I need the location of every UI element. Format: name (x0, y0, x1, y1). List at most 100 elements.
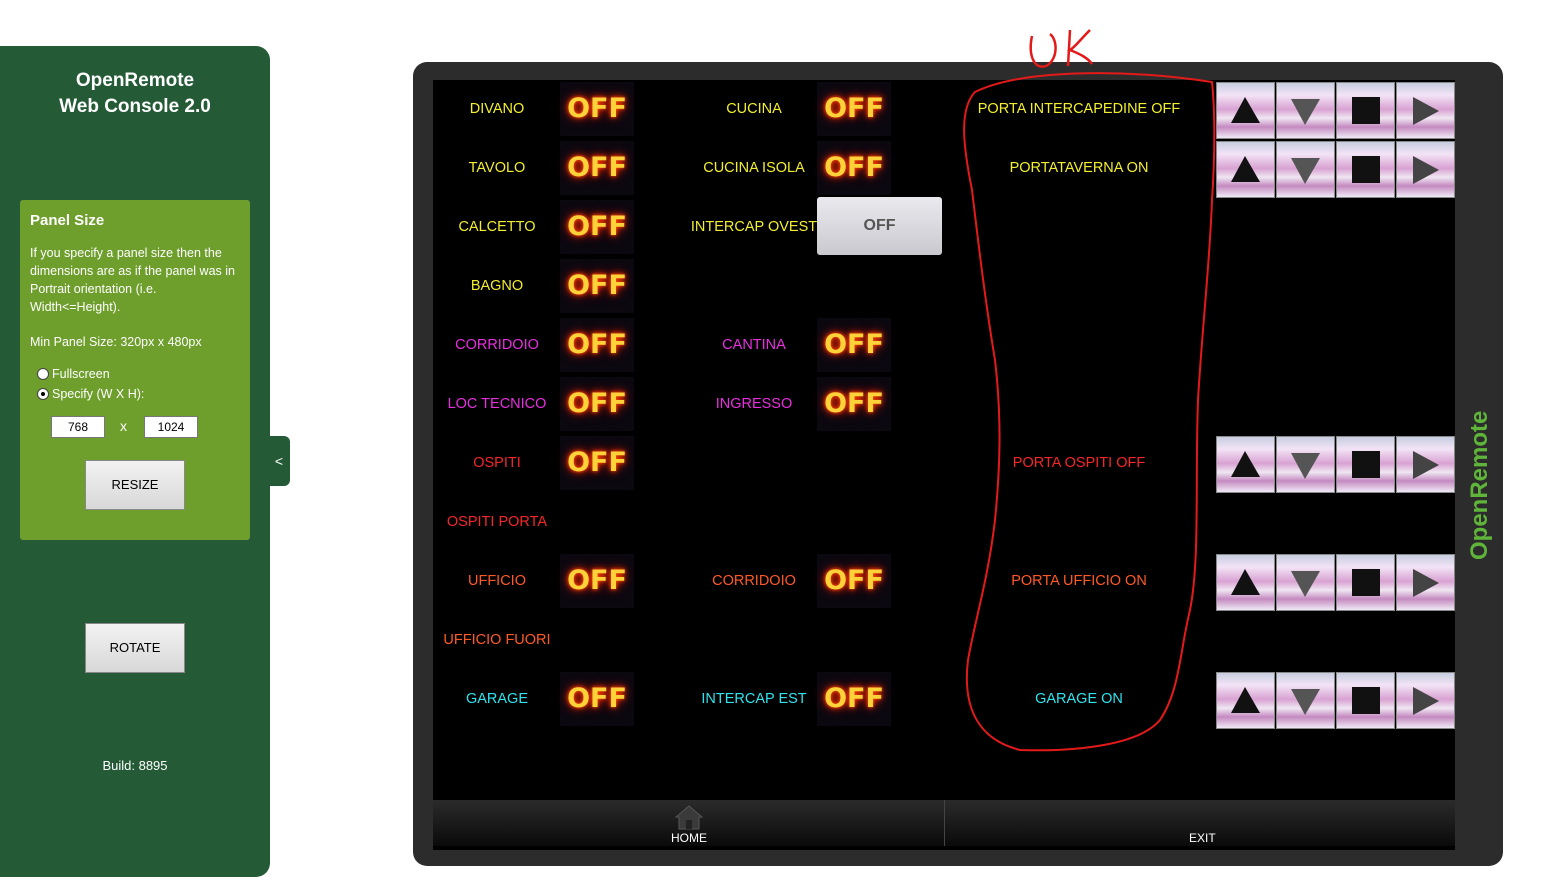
light-toggle-button[interactable]: OFF (560, 259, 634, 313)
play-icon (1413, 97, 1439, 125)
stop-icon (1352, 97, 1380, 124)
stop-button[interactable] (1336, 554, 1395, 611)
rotate-button[interactable]: ROTATE (85, 623, 185, 673)
down-arrow-icon (1291, 99, 1320, 125)
light-toggle-button[interactable]: OFF (560, 554, 634, 608)
home-tab-label: HOME (671, 831, 707, 845)
play-icon (1413, 687, 1439, 715)
up-arrow-icon (1231, 451, 1260, 477)
up-arrow-button[interactable] (1216, 672, 1275, 729)
down-arrow-button[interactable] (1276, 554, 1335, 611)
light-label: CANTINA (722, 337, 786, 353)
light-toggle-button[interactable]: OFF (817, 554, 891, 608)
play-button[interactable] (1396, 141, 1455, 198)
radio-specify-dot[interactable] (37, 388, 49, 400)
panel-size-box: Panel Size If you specify a panel size t… (20, 200, 250, 540)
light-toggle-button[interactable]: OFF (560, 141, 634, 195)
door-status-label: PORTA UFFICIO ON (1011, 573, 1147, 589)
play-icon (1413, 451, 1439, 479)
down-arrow-button[interactable] (1276, 436, 1335, 493)
up-arrow-icon (1231, 97, 1260, 123)
panel-size-description: If you specify a panel size then the dim… (30, 246, 235, 314)
min-panel-size: Min Panel Size: 320px x 480px (30, 335, 202, 349)
stop-icon (1352, 451, 1380, 478)
light-toggle-button[interactable]: OFF (560, 318, 634, 372)
up-arrow-button[interactable] (1216, 436, 1275, 493)
stop-button[interactable] (1336, 82, 1395, 139)
light-label: OSPITI (473, 455, 521, 471)
door-status-label: PORTATAVERNA ON (1009, 160, 1149, 176)
width-input[interactable]: 768 (51, 416, 105, 438)
light-label: UFFICIO (468, 573, 526, 589)
light-toggle-button[interactable]: OFF (560, 436, 634, 490)
light-label: CALCETTO (458, 219, 536, 235)
openremote-logo: OpenRemote (1466, 411, 1493, 560)
light-label: BAGNO (470, 278, 524, 294)
light-label: INTERCAP OVEST (690, 219, 818, 235)
up-arrow-button[interactable] (1216, 82, 1275, 139)
light-toggle-button[interactable]: OFF (817, 82, 891, 136)
play-button[interactable] (1396, 436, 1455, 493)
radio-specify-label: Specify (W X H): (52, 387, 145, 401)
light-label: OSPITI PORTA (446, 514, 548, 530)
down-arrow-button[interactable] (1276, 672, 1335, 729)
stop-icon (1352, 569, 1380, 596)
stop-button[interactable] (1336, 672, 1395, 729)
down-arrow-button[interactable] (1276, 82, 1335, 139)
down-arrow-button[interactable] (1276, 141, 1335, 198)
collapse-sidebar-button[interactable]: < (268, 436, 290, 486)
light-toggle-button[interactable]: OFF (560, 377, 634, 431)
light-toggle-button[interactable]: OFF (817, 318, 891, 372)
dimension-separator: x (120, 418, 127, 434)
play-button[interactable] (1396, 82, 1455, 139)
home-icon (674, 805, 704, 830)
settings-sidebar: OpenRemote Web Console 2.0 Panel Size If… (0, 46, 270, 877)
exit-tab-label: EXIT (1189, 831, 1216, 845)
play-button[interactable] (1396, 554, 1455, 611)
play-icon (1413, 156, 1439, 184)
down-arrow-icon (1291, 571, 1320, 597)
light-label: CUCINA ISOLA (703, 160, 805, 176)
light-toggle-button[interactable]: OFF (817, 141, 891, 195)
light-toggle-button[interactable]: OFF (817, 377, 891, 431)
light-label: CUCINA (726, 101, 782, 117)
light-label: TAVOLO (468, 160, 526, 176)
light-toggle-button[interactable]: OFF (560, 82, 634, 136)
light-toggle-button[interactable]: OFF (560, 200, 634, 254)
radio-fullscreen-dot[interactable] (37, 368, 49, 380)
radio-fullscreen[interactable]: Fullscreen (37, 367, 110, 381)
exit-tab[interactable]: EXIT (945, 800, 1455, 846)
light-label: CORRIDOIO (455, 337, 539, 353)
light-label: CORRIDOIO (712, 573, 796, 589)
radio-specify[interactable]: Specify (W X H): (37, 387, 144, 401)
build-number: Build: 8895 (102, 758, 168, 773)
up-arrow-button[interactable] (1216, 554, 1275, 611)
grey-toggle-button[interactable]: OFF (817, 197, 942, 255)
panel-size-heading: Panel Size (30, 212, 105, 229)
stop-button[interactable] (1336, 141, 1395, 198)
light-label: LOC TECNICO (447, 396, 547, 412)
app-title-line2: Web Console 2.0 (59, 96, 211, 117)
stop-icon (1352, 156, 1380, 183)
up-arrow-button[interactable] (1216, 141, 1275, 198)
play-icon (1413, 569, 1439, 597)
app-title-line1: OpenRemote (75, 70, 195, 91)
door-status-label: PORTA OSPITI OFF (1012, 455, 1146, 471)
light-label: UFFICIO FUORI (443, 632, 551, 648)
light-label: GARAGE (465, 691, 529, 707)
resize-button[interactable]: RESIZE (85, 460, 185, 510)
light-label: DIVANO (469, 101, 525, 117)
stop-icon (1352, 687, 1380, 714)
openremote-logo-text: OpenRemote (1466, 411, 1493, 560)
door-status-label: PORTA INTERCAPEDINE OFF (977, 101, 1181, 117)
home-tab[interactable]: HOME (433, 800, 944, 846)
down-arrow-icon (1291, 158, 1320, 184)
light-toggle-button[interactable]: OFF (560, 672, 634, 726)
stop-button[interactable] (1336, 436, 1395, 493)
up-arrow-icon (1231, 687, 1260, 713)
play-button[interactable] (1396, 672, 1455, 729)
height-input[interactable]: 1024 (144, 416, 198, 438)
up-arrow-icon (1231, 156, 1260, 182)
light-toggle-button[interactable]: OFF (817, 672, 891, 726)
light-label: INTERCAP EST (701, 691, 807, 707)
